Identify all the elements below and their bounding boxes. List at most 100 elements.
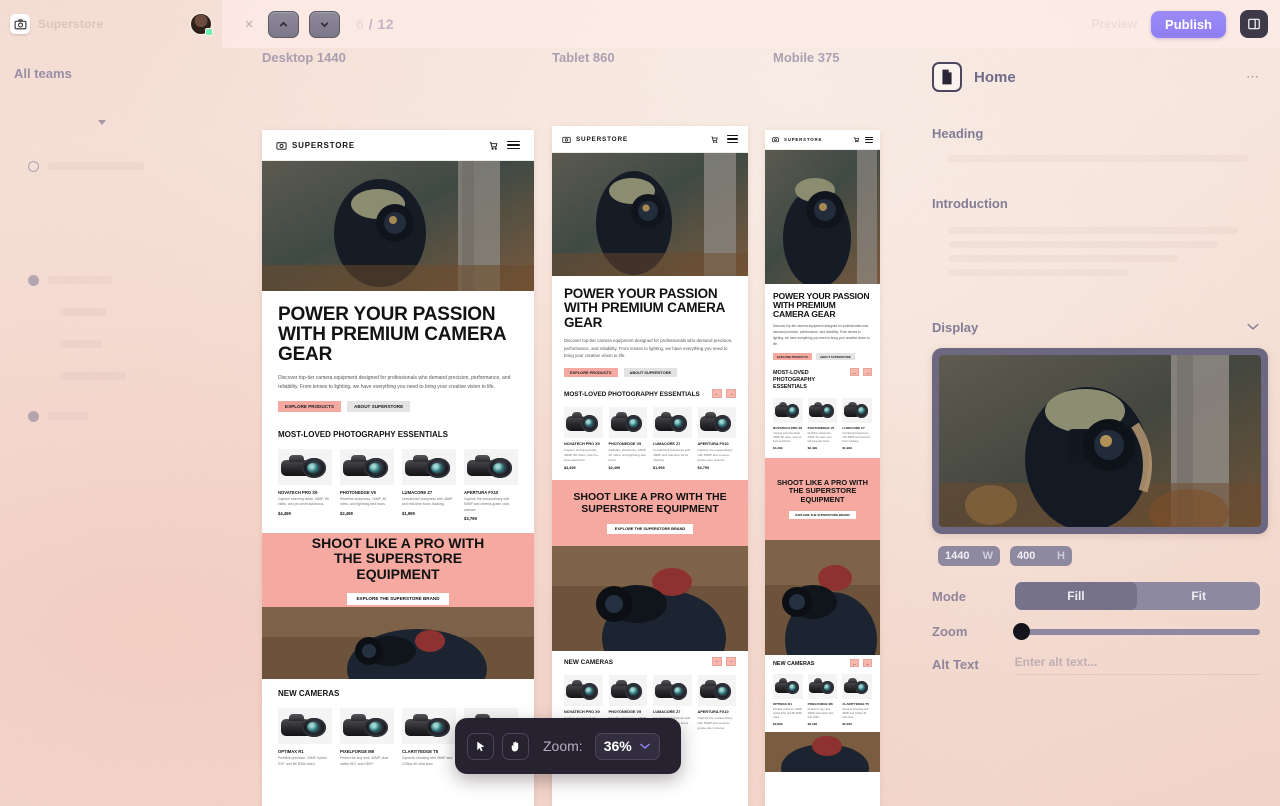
frame-desktop-1440[interactable]: SUPERSTORE POWER YOUR PASSION WITH PREMI… [262, 130, 534, 806]
hamburger-icon[interactable] [727, 135, 738, 143]
introduction-line[interactable] [948, 241, 1218, 248]
hero-body-text: Discover top-tier camera equipment desig… [773, 324, 870, 346]
product-card[interactable]: OPTIMAX R1 Portable precision, 20MP, hyb… [278, 708, 332, 767]
product-card[interactable]: LUMACORE Z7 Unmatched sharpness with 48M… [402, 448, 456, 521]
carousel-next-button[interactable]: → [726, 389, 736, 398]
bottom-toolbar[interactable]: Zoom: 36% [455, 718, 681, 774]
introduction-line[interactable] [948, 255, 1178, 262]
cta-button[interactable]: EXPLORE THE SUPERSTORE BRAND [347, 592, 449, 605]
carousel-next-button[interactable]: → [863, 368, 872, 377]
product-image [653, 674, 692, 706]
prev-page-button[interactable] [268, 10, 299, 38]
close-icon[interactable]: × [240, 15, 258, 33]
cta-button[interactable]: EXPLORE THE SUPERSTORE BRAND [789, 510, 856, 519]
top-bar-left-group: Superstore [0, 0, 222, 48]
product-description: Redefine sharpness, 24MP, 4K video, and … [807, 431, 832, 443]
sidebar-item-drafts[interactable] [14, 153, 208, 179]
mode-option-fit[interactable]: Fit [1137, 582, 1260, 610]
product-card[interactable]: NOVATECH PRO X9 Capture stunning detail,… [278, 448, 332, 521]
frame-mobile-375[interactable]: SUPERSTORE POWER YOUR PASSION WITH PREMI… [765, 130, 880, 806]
publish-button[interactable]: Publish [1151, 10, 1226, 38]
height-value: 400 [1017, 550, 1036, 562]
product-card[interactable]: NOVATECH PRO X9 Capture stunning detail,… [773, 397, 803, 450]
introduction-line[interactable] [948, 227, 1238, 234]
product-card[interactable]: PIXELFORGE M8 Perfect for any shot, 40MP… [807, 674, 838, 726]
zoom-level-select[interactable]: 36% [594, 732, 660, 760]
preview-button[interactable]: Preview [1092, 17, 1137, 31]
hamburger-icon[interactable] [865, 136, 873, 143]
hamburger-icon[interactable] [507, 140, 520, 150]
site-brand[interactable]: SUPERSTORE [276, 140, 355, 151]
product-image [278, 448, 332, 485]
carousel-next-button[interactable]: → [726, 656, 736, 666]
width-field[interactable]: 1440 W [938, 546, 1000, 566]
carousel-prev-button[interactable]: ← [850, 368, 859, 377]
sidebar-item-assets[interactable] [14, 403, 208, 429]
site-brand[interactable]: SUPERSTORE [562, 135, 628, 144]
product-image [564, 407, 603, 438]
about-superstore-button[interactable]: ABOUT SUPERSTORE [815, 353, 855, 361]
product-card[interactable]: PHOTONEDGE V5 Redefine sharpness, 24MP, … [608, 407, 647, 470]
cart-icon[interactable] [710, 135, 719, 144]
sidebar-subitem-a[interactable] [14, 299, 208, 325]
product-card[interactable]: PHOTONEDGE V5 Redefine sharpness, 24MP, … [807, 397, 838, 450]
cart-icon[interactable] [853, 136, 860, 143]
design-canvas[interactable]: Desktop 1440 SUPERSTORE POWER YOUR PASSI… [222, 48, 912, 806]
chevron-down-icon[interactable] [1246, 318, 1260, 336]
product-name: PHOTONEDGE V5 [807, 425, 835, 430]
product-card[interactable]: LUMACORE Z7 Unmatched sharpness with 48M… [653, 407, 692, 470]
product-card[interactable]: PIXELFORGE M8 Perfect for any shot, 40MP… [340, 708, 394, 767]
zoom-slider-knob[interactable] [1012, 622, 1030, 640]
next-page-button[interactable] [309, 10, 340, 38]
product-card[interactable]: PHOTONEDGE V5 Redefine sharpness, 24MP, … [340, 448, 394, 521]
heading-value-placeholder[interactable] [948, 155, 1248, 162]
explore-products-button[interactable]: EXPLORE PRODUCTS [564, 368, 618, 377]
avatar[interactable] [190, 13, 213, 36]
about-superstore-button[interactable]: ABOUT SUPERSTORE [623, 368, 678, 377]
explore-products-button[interactable]: EXPLORE PRODUCTS [278, 400, 342, 412]
dimension-fields: 1440 W 400 H [938, 546, 1260, 566]
product-card[interactable]: CLARITYEDGE T5 Dynamic shooting with 36M… [842, 674, 872, 726]
height-field[interactable]: 400 H [1010, 546, 1072, 566]
cta-band: SHOOT LIKE A PRO WITH THE SUPERSTORE EQU… [552, 479, 748, 546]
image-preview-frame[interactable] [932, 348, 1268, 534]
product-card[interactable]: APERTURA FX10 Capture the extraordinary … [464, 448, 518, 521]
product-card[interactable]: LUMACORE Z7 Unmatched sharpness with 48M… [842, 397, 872, 450]
more-dots-icon[interactable]: ⋯ [1246, 69, 1260, 85]
camera-logo-icon[interactable] [10, 14, 30, 34]
explore-products-button[interactable]: EXPLORE PRODUCTS [773, 353, 812, 361]
cart-icon[interactable] [488, 140, 499, 151]
cta-button[interactable]: EXPLORE THE SUPERSTORE BRAND [606, 523, 694, 534]
carousel-prev-button[interactable]: ← [850, 659, 859, 668]
frame-label-mobile[interactable]: Mobile 375 [773, 50, 839, 65]
product-card[interactable]: APERTURA FX10 Capture the extraordinary … [697, 674, 736, 731]
product-card[interactable]: NOVATECH PRO X9 Capture stunning detail,… [564, 407, 603, 470]
sidebar-item-projects[interactable] [14, 109, 208, 135]
carousel-prev-button[interactable]: ← [712, 389, 722, 398]
display-section-header[interactable]: Display [932, 318, 1260, 336]
site-brand[interactable]: SUPERSTORE [772, 136, 822, 143]
product-image [773, 397, 803, 423]
frame-tablet-860[interactable]: SUPERSTORE POWER YOUR PASSION WITH PREMI… [552, 126, 748, 806]
product-card[interactable]: APERTURA FX10 Capture the extraordinary … [697, 407, 736, 470]
document-icon[interactable] [932, 62, 962, 92]
frame-label-desktop[interactable]: Desktop 1440 [262, 50, 346, 65]
mode-toggle[interactable]: Fill Fit [1014, 582, 1260, 610]
about-superstore-button[interactable]: ABOUT SUPERSTORE [347, 400, 411, 412]
product-card[interactable]: OPTIMAX R1 Portable precision, 20MP, hyb… [773, 674, 803, 726]
hand-tool-button[interactable] [502, 732, 529, 760]
frame-label-tablet[interactable]: Tablet 860 [552, 50, 615, 65]
introduction-line[interactable] [948, 269, 1128, 276]
carousel-prev-button[interactable]: ← [712, 656, 722, 666]
sidebar-subitem-b[interactable] [14, 331, 208, 357]
alt-text-input[interactable] [1014, 653, 1260, 675]
cursor-tool-button[interactable] [467, 732, 494, 760]
essentials-section: MOST-LOVED PHOTOGRAPHY ESSENTIALS NOVATE… [262, 422, 534, 521]
carousel-next-button[interactable]: → [863, 659, 872, 668]
product-card[interactable]: CLARITYEDGE T5 Dynamic shooting with 36M… [402, 708, 456, 767]
panel-toggle-button[interactable] [1240, 10, 1268, 38]
sidebar-subitem-c[interactable] [14, 363, 208, 389]
mode-option-fill[interactable]: Fill [1014, 582, 1138, 610]
zoom-slider[interactable] [1012, 622, 1260, 640]
sidebar-item-components[interactable] [14, 267, 208, 293]
